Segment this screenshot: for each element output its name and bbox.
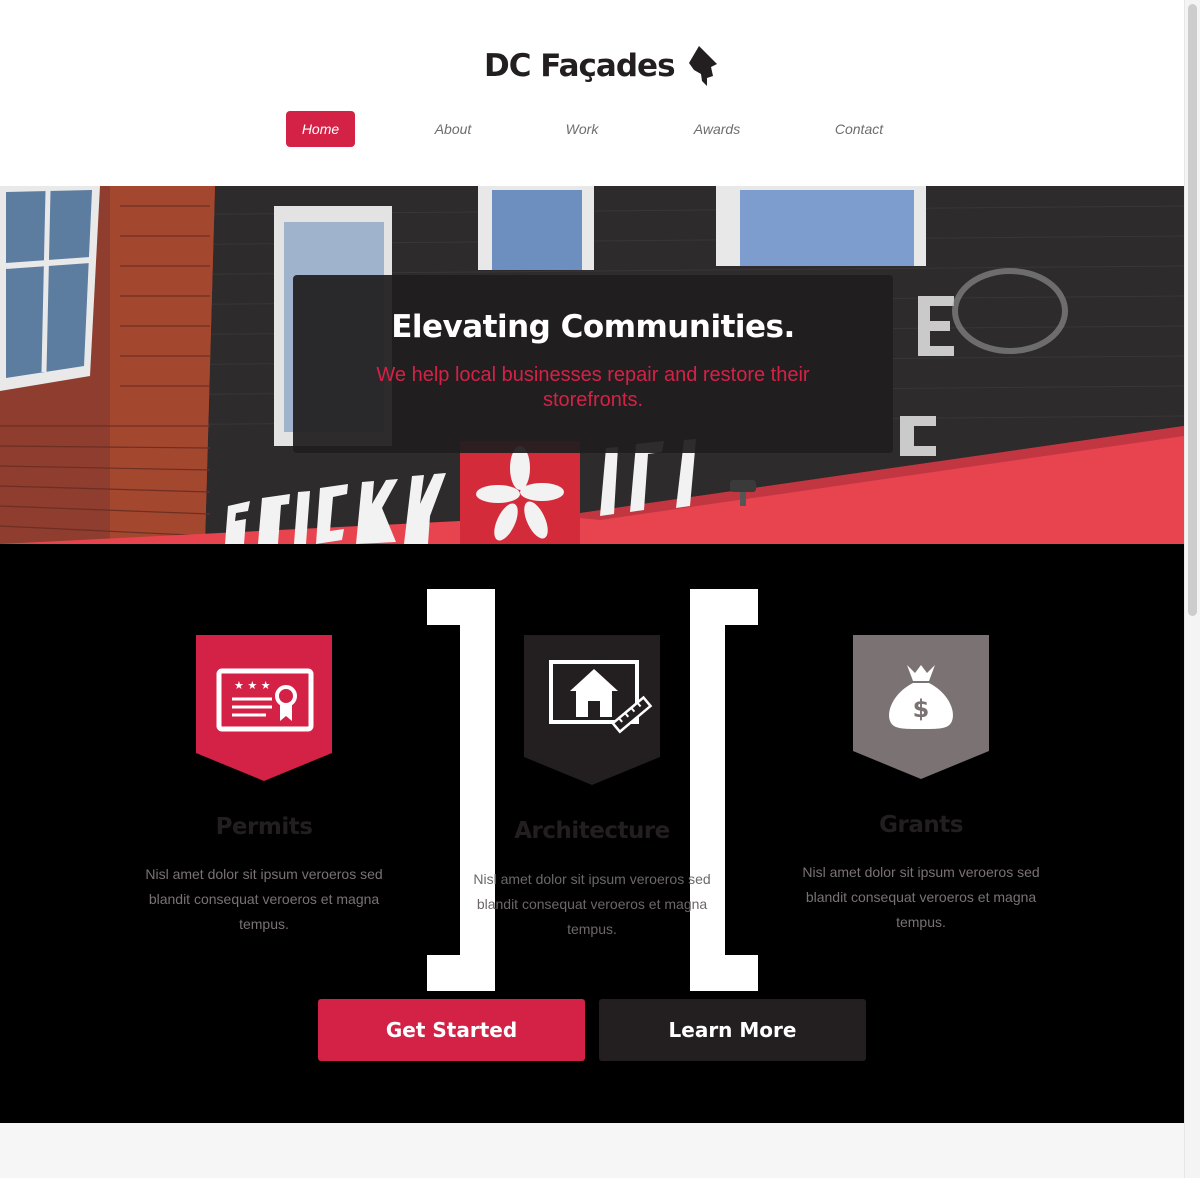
feature-title-architecture: Architecture bbox=[514, 818, 670, 844]
features-section: ★ ★ ★ Permits Nisl amet dolor sit ipsum … bbox=[0, 544, 1184, 1123]
feature-text-permits: Nisl amet dolor sit ipsum veroeros sed b… bbox=[145, 866, 383, 932]
nav-home[interactable]: Home bbox=[286, 111, 355, 147]
site-logo[interactable]: DC Façades bbox=[484, 44, 721, 88]
hero-subtitle: We help local businesses repair and rest… bbox=[376, 364, 810, 411]
money-bag-icon: $ bbox=[853, 635, 989, 779]
learn-more-button[interactable]: Learn More bbox=[599, 999, 866, 1061]
footer-strip bbox=[0, 1123, 1184, 1178]
nav-contact[interactable]: Contact bbox=[826, 111, 892, 147]
hero-banner: Elevating Communities. We help local bus… bbox=[0, 186, 1184, 544]
feature-title-permits: Permits bbox=[215, 814, 313, 840]
house-blueprint-icon bbox=[524, 635, 660, 785]
scrollbar-thumb[interactable] bbox=[1188, 4, 1197, 616]
svg-text:★ ★ ★: ★ ★ ★ bbox=[234, 679, 271, 692]
nav-about[interactable]: About bbox=[424, 111, 482, 147]
feature-text-architecture: Nisl amet dolor sit ipsum veroeros sed b… bbox=[473, 871, 711, 937]
certificate-icon: ★ ★ ★ bbox=[196, 635, 332, 781]
hero-card: Elevating Communities. We help local bus… bbox=[293, 275, 893, 453]
dc-map-icon bbox=[688, 46, 717, 86]
nav-awards[interactable]: Awards bbox=[686, 111, 748, 147]
feature-text-grants: Nisl amet dolor sit ipsum veroeros sed b… bbox=[802, 864, 1040, 930]
svg-text:$: $ bbox=[913, 695, 930, 723]
site-header: DC Façades Home About Work Awards Contac… bbox=[0, 0, 1184, 186]
main-nav: Home About Work Awards Contact bbox=[286, 111, 906, 147]
logo-text: DC Façades bbox=[484, 48, 676, 84]
feature-title-grants: Grants bbox=[879, 812, 963, 838]
get-started-button[interactable]: Get Started bbox=[318, 999, 585, 1061]
nav-work[interactable]: Work bbox=[558, 111, 606, 147]
page-scrollbar[interactable] bbox=[1184, 0, 1200, 1178]
hero-title: Elevating Communities. bbox=[391, 309, 795, 345]
